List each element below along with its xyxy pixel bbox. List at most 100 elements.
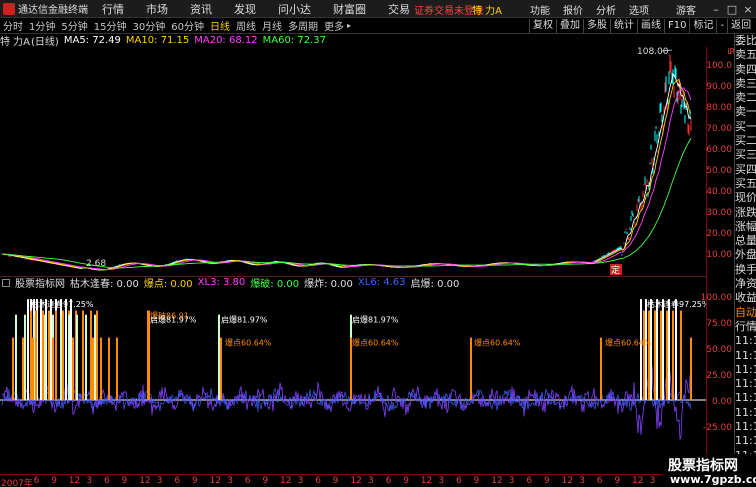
high-price-label: 108.00	[637, 47, 669, 57]
signal-bar	[672, 310, 674, 400]
signal-bar	[116, 337, 118, 400]
quote-row: 卖四	[735, 62, 756, 76]
time-axis-label: 6	[315, 476, 321, 486]
tool-huaxian[interactable]: 画线	[637, 19, 664, 33]
period-15min[interactable]: 15分钟	[91, 18, 130, 33]
period-60min[interactable]: 60分钟	[168, 18, 207, 33]
signal-bar	[90, 310, 92, 400]
indicator-chart[interactable]: 枯木逢春97.25%爆破86.91启爆81.97% 启爆81.97% 启爆81.97…	[0, 288, 706, 474]
period-fenshi[interactable]: 分时	[0, 18, 26, 33]
tool-tongji[interactable]: 统计	[610, 19, 637, 33]
quote-row: 买二	[735, 134, 756, 148]
price-axis-label: 10.00	[706, 250, 732, 260]
watermark-line2: www.7gpzb.com	[670, 473, 756, 486]
menu-xuanxiang[interactable]: 选项	[629, 2, 649, 17]
signal-bar	[600, 337, 602, 400]
menu-fenxi[interactable]: 分析	[596, 2, 616, 17]
quote-row[interactable]: 自动	[735, 306, 756, 320]
tool-minus[interactable]: -	[716, 19, 727, 33]
close-icon[interactable]: ×	[740, 3, 756, 16]
time-axis-label: 12	[350, 476, 362, 486]
menu-zixun[interactable]: 资讯	[190, 1, 212, 17]
time-axis-label: 12	[209, 476, 222, 486]
signal-label: 爆点60.64%	[605, 338, 652, 348]
tool-duogu[interactable]: 多股	[583, 19, 610, 33]
user-label[interactable]: 游客	[676, 2, 696, 17]
menu-baojia[interactable]: 报价	[563, 2, 583, 17]
sub-item-xl6: XL6: 4.63	[357, 277, 406, 288]
quote-row: 买一	[735, 119, 756, 133]
time-axis-label: 9	[544, 476, 550, 486]
time-axis-label: 3	[508, 476, 515, 486]
signal-bar	[675, 299, 677, 400]
indicator-settings-icon[interactable]	[2, 278, 10, 287]
signal-bar	[72, 337, 74, 400]
menu-gongneng[interactable]: 功能	[530, 2, 550, 17]
period-label: (日线)	[31, 37, 59, 48]
quote-row: 卖三	[735, 76, 756, 90]
time-axis-label: 12	[420, 476, 433, 486]
quote-row: 11:1	[735, 391, 756, 405]
maximize-icon[interactable]: □	[724, 3, 740, 16]
time-axis-label: 6	[104, 476, 110, 486]
period-daily[interactable]: 日线	[207, 18, 233, 33]
time-axis-label: 6	[456, 476, 462, 486]
menu-faxian[interactable]: 发现	[234, 1, 256, 17]
tool-f10[interactable]: F10	[664, 19, 689, 33]
quote-row: 收益	[735, 291, 756, 305]
signal-bar	[44, 314, 46, 400]
period-multi[interactable]: 多周期	[285, 18, 321, 33]
indicator-axis-label: 100.00	[700, 293, 733, 303]
tool-biaoji[interactable]: 标记	[689, 19, 716, 33]
signal-bar	[218, 314, 220, 400]
menu-caifuquan[interactable]: 财富圈	[333, 1, 366, 17]
price-axis-label: 20.00	[706, 229, 732, 239]
signal-label: 启爆81.97%	[150, 315, 197, 325]
signal-bar	[60, 314, 62, 400]
tool-fanhui[interactable]: 返回	[727, 19, 754, 33]
period-30min[interactable]: 30分钟	[129, 18, 168, 33]
period-more[interactable]: 更多	[321, 18, 347, 33]
signal-label: 枯木逢春97.25%	[31, 299, 94, 309]
signal-bar	[48, 310, 50, 400]
menu-shichang[interactable]: 市场	[146, 1, 168, 17]
indicator-axis-label: 0.00	[711, 397, 732, 407]
quote-row: 买五	[735, 176, 756, 190]
menu-wenxiaoda[interactable]: 问小达	[278, 1, 311, 17]
quote-panel: 委比 卖五 卖四 卖三 卖二 卖一 买一 买二 买三 买四 买五 现价 涨跌 涨幅 总量 外盘 换手 净资 收益 自动…	[734, 34, 756, 487]
ma20-line	[1, 87, 692, 270]
time-axis-label: 6	[385, 476, 392, 486]
ma10-value: MA10: 71.15	[125, 35, 190, 46]
signal-bar	[643, 310, 645, 400]
menu-jiaoyi[interactable]: 交易	[388, 1, 410, 17]
price-axis-label: 80.00	[706, 103, 732, 113]
signal-bar	[92, 337, 94, 400]
quote-row: 11:1	[735, 362, 756, 376]
tool-fuquan[interactable]: 复权	[529, 19, 556, 33]
time-axis-label: 12	[68, 476, 81, 486]
quote-row: 换手	[735, 262, 756, 276]
time-axis-label: 3	[579, 476, 585, 486]
quote-row[interactable]: 行情	[735, 320, 756, 334]
menu-hangqing[interactable]: 行情	[102, 1, 124, 17]
period-5min[interactable]: 5分钟	[58, 18, 90, 33]
period-1min[interactable]: 1分钟	[26, 18, 58, 33]
period-weekly[interactable]: 周线	[233, 18, 259, 33]
time-axis-label: 2007年	[1, 479, 33, 487]
minimize-icon[interactable]: –	[708, 3, 724, 16]
time-axis-label: 9	[332, 476, 339, 486]
time-axis-label: 3	[368, 476, 374, 486]
quote-row: 外盘	[735, 248, 756, 262]
signal-label: 启爆81.97%	[221, 315, 268, 325]
ma20-value: MA20: 68.12	[194, 35, 258, 46]
kline-chart[interactable]: 108.00 2.68 定	[0, 47, 706, 275]
price-axis-label: 60.00	[706, 145, 732, 155]
signal-bar	[108, 337, 110, 400]
signal-label: 爆点60.64%	[474, 338, 521, 348]
signal-bar	[666, 310, 668, 400]
tool-diejia[interactable]: 叠加	[556, 19, 583, 33]
signal-bar	[52, 337, 54, 400]
period-monthly[interactable]: 月线	[259, 18, 285, 33]
chevron-right-icon[interactable]: ▸	[347, 21, 351, 30]
time-axis-label: 12	[139, 476, 151, 486]
